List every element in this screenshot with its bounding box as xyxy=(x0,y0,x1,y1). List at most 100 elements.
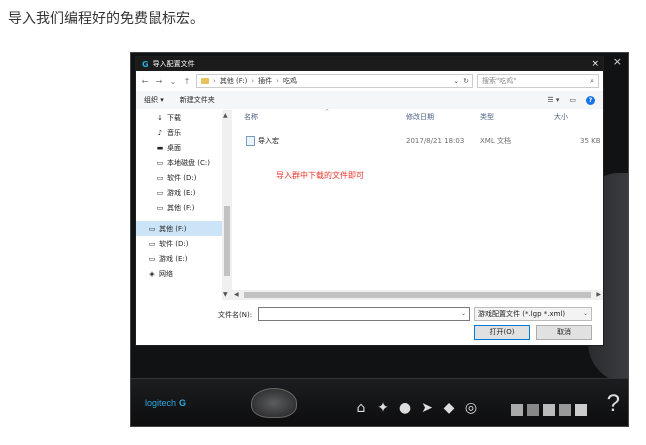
logitech-logo: logitech G xyxy=(145,398,186,408)
pointer-settings-icon[interactable]: ➤ xyxy=(419,400,435,416)
chevron-down-icon[interactable]: ⌄ xyxy=(583,308,588,320)
search-placeholder: 搜索"吃鸡" xyxy=(482,77,517,85)
scroll-right-icon[interactable]: ▶ xyxy=(596,291,601,298)
desktop-icon: ▬ xyxy=(156,143,164,152)
navigation-pane: ↓ 下载 ♪ 音乐 ▬ 桌面 ▭ 本地磁盘 (C:) ▭ 软件 (D:) ▭ 游戏 (E:) ▭ 其他 (… xyxy=(136,110,232,300)
forward-arrow-icon[interactable]: → xyxy=(154,77,164,86)
column-header-name[interactable]: 名称 xyxy=(244,112,258,122)
column-header-type[interactable]: 类型 xyxy=(480,112,494,122)
breadcrumb-item[interactable]: 其他 (F:) xyxy=(220,76,248,86)
help-icon[interactable]: ? xyxy=(607,390,620,418)
open-button[interactable]: 打开(O) xyxy=(474,325,530,340)
view-options-icon[interactable]: ☰ ▾ xyxy=(547,96,559,104)
scroll-thumb[interactable] xyxy=(224,206,230,276)
up-arrow-icon[interactable]: ↑ xyxy=(182,77,192,86)
drive-icon: ▭ xyxy=(148,224,156,233)
nav-item[interactable]: ▭ 软件 (D:) xyxy=(136,236,231,251)
drive-icon: ▭ xyxy=(156,173,164,182)
nav-item-label: 其他 (F:) xyxy=(159,224,187,233)
blurred-area xyxy=(559,404,571,416)
page-caption: 导入我们编程好的免费鼠标宏。 xyxy=(8,11,204,27)
nav-item-label: 游戏 (E:) xyxy=(167,188,196,197)
scroll-down-icon[interactable]: ▼ xyxy=(223,291,228,298)
nav-item[interactable]: ▭ 其他 (F:) xyxy=(136,221,231,236)
nav-item[interactable]: ↓ 下载 xyxy=(136,110,231,125)
nav-scrollbar[interactable]: ▲ ▼ xyxy=(222,110,232,300)
annotation-text: 导入群中下载的文件即可 xyxy=(276,171,364,180)
file-name: 导入宏 xyxy=(258,137,279,145)
dialog-close-button[interactable]: × xyxy=(591,59,599,69)
column-header-modified[interactable]: 修改日期 xyxy=(406,112,434,122)
nav-item-label: 桌面 xyxy=(167,143,181,152)
chevron-down-icon[interactable]: ⌄ xyxy=(461,310,466,317)
network-icon: ◈ xyxy=(149,269,155,278)
nav-item-label: 其他 (F:) xyxy=(167,203,195,212)
blurred-area xyxy=(575,404,587,416)
breadcrumb-item[interactable]: 插件 xyxy=(258,76,272,86)
local-disk-icon: ▭ xyxy=(156,158,164,167)
horizontal-scrollbar[interactable]: ◀ ▶ xyxy=(232,290,603,300)
file-list-pane: 名称 ⌃ 修改日期 类型 大小 导入宏 2017/8/21 18:03 XML … xyxy=(234,108,603,300)
nav-item-label: 网络 xyxy=(159,269,173,278)
column-header-size[interactable]: 大小 xyxy=(554,112,568,122)
breadcrumb-item[interactable]: 吃鸡 xyxy=(283,76,297,86)
nav-item-label: 软件 (D:) xyxy=(167,173,197,182)
music-icon: ♪ xyxy=(157,128,163,137)
filetype-select[interactable]: 游戏配置文件 (*.lgp *.xml) ⌄ xyxy=(474,307,592,321)
file-type: XML 文档 xyxy=(480,137,511,145)
nav-item[interactable]: ▭ 其他 (F:) xyxy=(136,200,231,215)
device-mouse-icon[interactable] xyxy=(251,388,297,418)
nav-item-label: 音乐 xyxy=(167,128,181,137)
nav-item[interactable]: ▭ 本地磁盘 (C:) xyxy=(136,155,231,170)
drive-icon: ▭ xyxy=(156,188,164,197)
organize-button[interactable]: 组织 ▾ xyxy=(144,95,164,105)
help-icon[interactable]: ? xyxy=(586,95,595,105)
scroll-up-icon[interactable]: ▲ xyxy=(223,112,228,119)
nav-item[interactable]: ▭ 软件 (D:) xyxy=(136,170,231,185)
scroll-thumb[interactable] xyxy=(244,292,591,298)
app-close-icon[interactable]: × xyxy=(613,55,622,68)
nav-item[interactable]: ▭ 游戏 (E:) xyxy=(136,251,231,266)
nav-item[interactable]: ▬ 桌面 xyxy=(136,140,231,155)
surface-tuning-icon[interactable]: ◆ xyxy=(441,400,457,416)
drive-icon: ▭ xyxy=(148,239,156,248)
address-bar[interactable]: › 其他 (F:) › 插件 › 吃鸡 ⌄ ↻ xyxy=(196,74,473,88)
column-headers: 名称 ⌃ 修改日期 类型 大小 xyxy=(234,108,603,124)
customize-buttons-icon[interactable]: ✦ xyxy=(375,400,391,416)
app-bottom-bar: logitech G ⌂ ✦ ● ➤ ◆ ◎ ? xyxy=(131,378,628,426)
file-modified: 2017/8/21 18:03 xyxy=(406,137,465,145)
cancel-button[interactable]: 取消 xyxy=(536,325,592,340)
recent-dropdown-icon[interactable]: ⌄ xyxy=(168,77,178,86)
search-input[interactable]: 搜索"吃鸡" ⌕ xyxy=(477,74,599,88)
nav-item-label: 软件 (D:) xyxy=(159,239,189,248)
filename-label: 文件名(N): xyxy=(218,311,253,319)
nav-item[interactable]: ♪ 音乐 xyxy=(136,125,231,140)
filename-row: 文件名(N): ⌄ 游戏配置文件 (*.lgp *.xml) ⌄ xyxy=(136,307,603,323)
nav-item[interactable]: ▭ 游戏 (E:) xyxy=(136,185,231,200)
sort-chevron-icon: ⌃ xyxy=(324,108,330,116)
lighting-icon[interactable]: ● xyxy=(397,400,413,416)
color-wheel-icon[interactable]: ◎ xyxy=(463,400,479,416)
search-icon: ⌕ xyxy=(590,76,594,85)
file-size: 35 KB xyxy=(580,137,601,145)
chevron-down-icon[interactable]: ⌄ xyxy=(453,77,459,85)
folder-icon xyxy=(201,78,209,84)
scroll-left-icon[interactable]: ◀ xyxy=(234,291,239,298)
xml-file-icon xyxy=(246,136,255,146)
logitech-brand-text: logitech xyxy=(145,398,177,408)
view-controls: ☰ ▾ ▭ ? xyxy=(547,95,595,105)
dialog-body: ↓ 下载 ♪ 音乐 ▬ 桌面 ▭ 本地磁盘 (C:) ▭ 软件 (D:) ▭ 游戏 (E:) ▭ 其他 (… xyxy=(136,108,603,300)
blurred-area xyxy=(511,404,523,416)
refresh-icon[interactable]: ↻ xyxy=(463,77,469,85)
home-icon[interactable]: ⌂ xyxy=(353,400,369,416)
nav-item-label: 游戏 (E:) xyxy=(159,254,188,263)
new-folder-button[interactable]: 新建文件夹 xyxy=(180,95,215,105)
file-row[interactable]: 导入宏 2017/8/21 18:03 XML 文档 35 KB xyxy=(234,134,603,148)
drive-icon: ▭ xyxy=(156,203,164,212)
nav-item[interactable]: ◈ 网络 xyxy=(136,266,231,281)
filename-input[interactable]: ⌄ xyxy=(258,307,470,321)
blurred-area xyxy=(543,404,555,416)
drive-icon: ▭ xyxy=(148,254,156,263)
back-arrow-icon[interactable]: ← xyxy=(140,77,150,86)
preview-pane-icon[interactable]: ▭ xyxy=(569,96,576,104)
